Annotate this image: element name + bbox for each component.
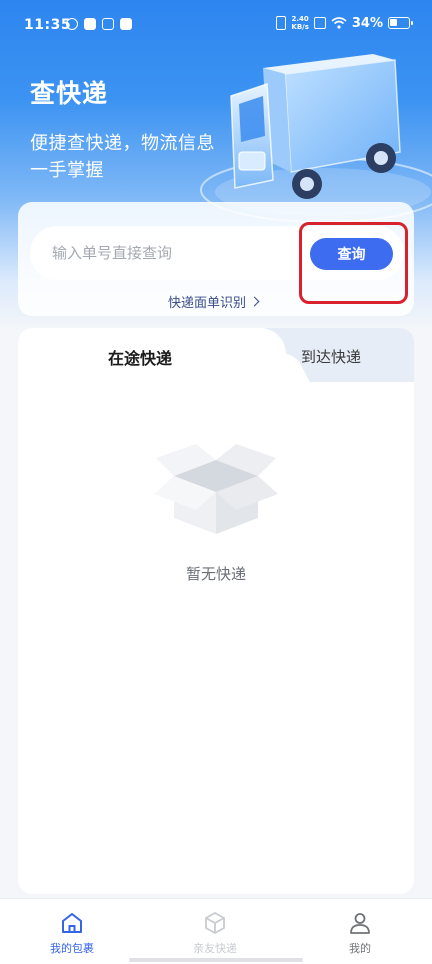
leaf-app-icon: [66, 18, 78, 30]
status-time: 11:35: [24, 17, 72, 33]
waybill-scan-label: 快递面单识别: [168, 296, 247, 311]
battery-icon: [388, 17, 413, 29]
nav-mine-label: 我的: [349, 942, 371, 955]
nav-my-parcels[interactable]: 我的包裹: [22, 899, 122, 963]
shop-app-icon: [120, 18, 132, 30]
parcel-list-card: 在途快递 到达快递 暂无快递: [18, 328, 414, 894]
network-speed: 2.40 KB/s: [291, 15, 308, 31]
mail-app-icon: [102, 18, 114, 30]
network-speed-value: 2.40: [291, 15, 309, 23]
home-icon: [62, 913, 82, 933]
gesture-bar[interactable]: [129, 958, 303, 962]
tracking-number-input[interactable]: [52, 226, 292, 280]
highlight-annotation: [299, 222, 408, 304]
user-icon: [350, 913, 370, 934]
package-icon: [205, 912, 225, 934]
tab-in-transit-label[interactable]: 在途快递: [108, 345, 172, 369]
wifi-icon: [331, 17, 347, 29]
waybill-scan-link[interactable]: 快递面单识别: [168, 292, 260, 311]
empty-box-icon: [154, 444, 278, 534]
nfc-icon: [313, 17, 326, 29]
nav-family-parcels[interactable]: 亲友快递: [165, 899, 265, 963]
empty-state-message: 暂无快递: [185, 565, 246, 583]
notification-icons: [66, 18, 132, 30]
page-title: 查快递: [30, 79, 109, 108]
vibrate-icon: [276, 16, 287, 30]
bottom-navigation: 我的包裹 亲友快递 我的: [0, 898, 432, 964]
app-screen: 11:35 2.40 KB/s 34% 查快递 便捷查快递，物流信息一手掌握 输…: [0, 0, 432, 964]
status-indicators: 2.40 KB/s 34%: [276, 15, 413, 31]
tab-arrived-label[interactable]: 到达快递: [301, 346, 361, 367]
network-speed-unit: KB/s: [291, 23, 309, 31]
video-app-icon: [84, 18, 96, 30]
page-subtitle: 便捷查快递，物流信息一手掌握: [30, 133, 215, 181]
nav-my-parcels-label: 我的包裹: [50, 942, 94, 955]
nav-family-parcels-label: 亲友快递: [193, 942, 237, 955]
chevron-right-icon: [249, 296, 260, 307]
nav-mine[interactable]: 我的: [310, 899, 410, 963]
battery-percent: 34%: [351, 15, 383, 31]
